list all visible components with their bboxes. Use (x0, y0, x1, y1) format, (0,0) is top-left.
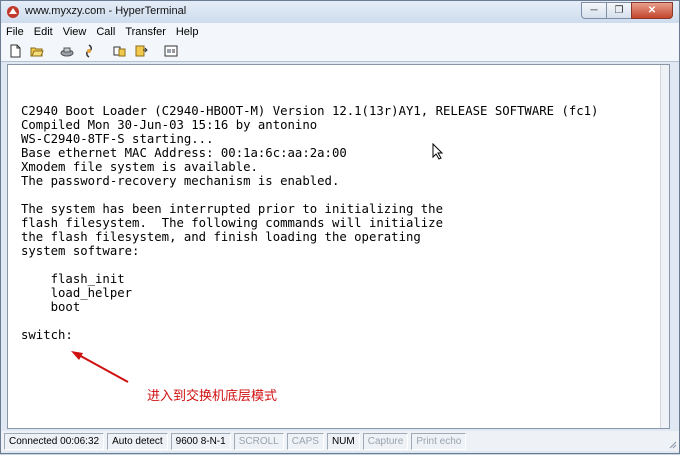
mouse-cursor-icon (432, 143, 444, 160)
resize-grip-icon[interactable] (667, 439, 677, 449)
status-bar: Connected 00:06:32 Auto detect 9600 8-N-… (1, 431, 679, 451)
caps-lock-indicator: CAPS (286, 432, 324, 450)
connection-status: Connected 00:06:32 (4, 432, 105, 450)
capture-indicator: Capture (362, 432, 409, 450)
annotation-text: 进入到交换机底层模式 (147, 388, 278, 403)
hyperterminal-window: www.myxzy.com - HyperTerminal ─ ❐ ✕ File… (0, 0, 680, 454)
port-settings: 9600 8-N-1 (170, 432, 231, 450)
scroll-lock-indicator: SCROLL (233, 432, 284, 450)
num-lock-indicator: NUM (326, 432, 360, 450)
print-echo-indicator: Print echo (411, 432, 467, 450)
detect-status: Auto detect (107, 432, 168, 450)
annotation-arrow-icon (71, 351, 129, 383)
